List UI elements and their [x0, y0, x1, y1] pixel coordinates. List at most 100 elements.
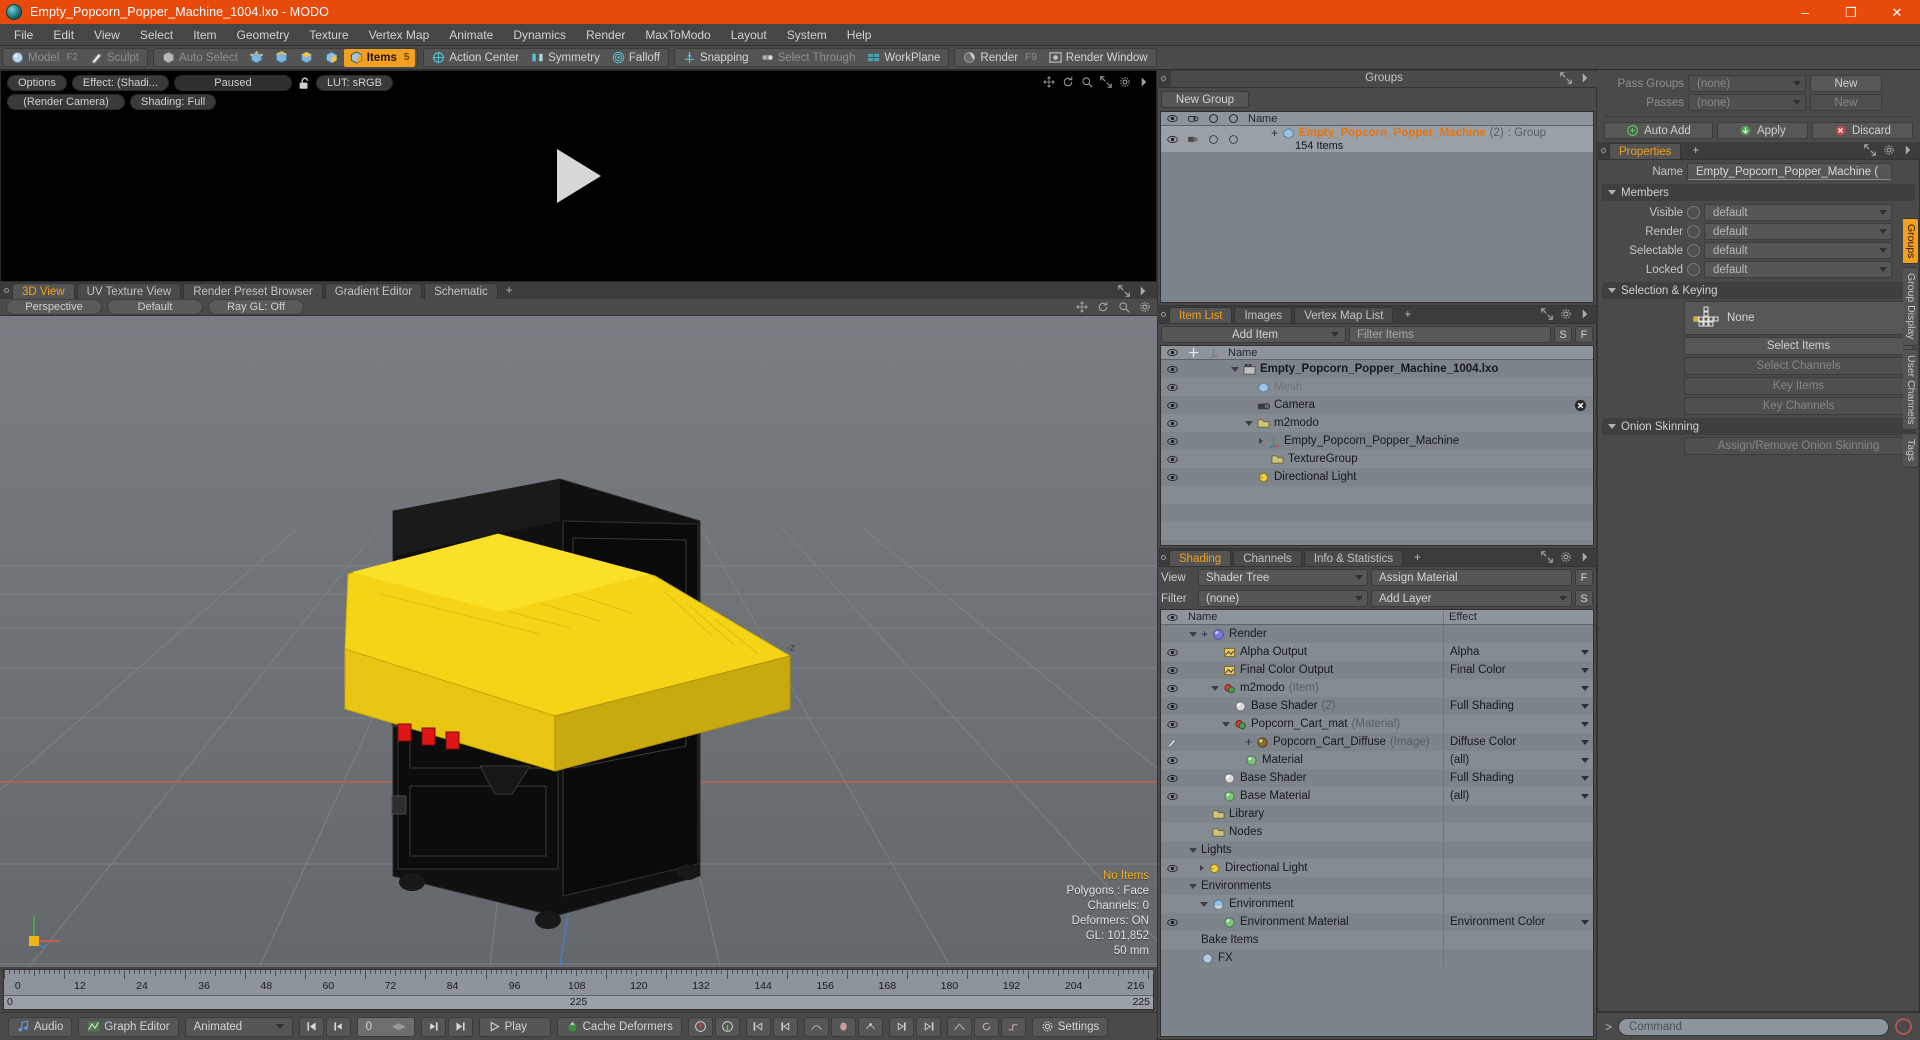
- members-section-header[interactable]: Members: [1602, 184, 1915, 201]
- panel-menu-icon[interactable]: [1137, 285, 1149, 297]
- menu-item-view[interactable]: View: [84, 24, 130, 46]
- row-visibility-toggle[interactable]: [1161, 473, 1183, 482]
- eye-icon[interactable]: [1166, 774, 1178, 783]
- shader-row-effect-cell[interactable]: [1443, 625, 1593, 643]
- filter-items-input[interactable]: Filter Items: [1349, 326, 1551, 343]
- pass-groups-dropdown[interactable]: (none): [1688, 75, 1806, 92]
- item-list-row[interactable]: Mesh: [1161, 378, 1593, 397]
- shader-tree-row[interactable]: Popcorn_Cart_mat (Material): [1161, 715, 1593, 733]
- expander-open-icon[interactable]: [1189, 847, 1197, 853]
- shader-tree-row[interactable]: Nodes: [1161, 823, 1593, 841]
- apply-button[interactable]: Apply: [1716, 122, 1808, 139]
- eye-icon[interactable]: [1166, 135, 1178, 144]
- row-visibility-toggle[interactable]: [1161, 135, 1183, 144]
- spinner-icon[interactable]: ◀▶: [392, 1021, 406, 1032]
- selection-keying-section-header[interactable]: Selection & Keying: [1602, 282, 1915, 299]
- groups-table-row[interactable]: + Empty_Popcorn_Popper_Machine (2): Group 1…: [1161, 126, 1593, 153]
- eye-icon[interactable]: [1166, 666, 1178, 675]
- item-list-row[interactable]: Empty_Popcorn_Popper_Machine_1004.lxo: [1161, 360, 1593, 379]
- render-effect-dropdown[interactable]: Effect: (Shadi...: [71, 75, 169, 91]
- row-close-icon[interactable]: [1574, 399, 1587, 412]
- passes-new-button[interactable]: New: [1810, 94, 1882, 111]
- toolbar-button-render[interactable]: Render F9: [957, 49, 1042, 67]
- shader-row-effect-cell[interactable]: [1443, 823, 1593, 841]
- toolbar-button-material-mode-icon[interactable]: [319, 49, 344, 67]
- eye-icon[interactable]: [1166, 684, 1178, 693]
- shader-tree-row[interactable]: Bake Items: [1161, 931, 1593, 949]
- key-items-button[interactable]: Key Items: [1684, 377, 1913, 395]
- shader-row-effect-cell[interactable]: [1443, 805, 1593, 823]
- minimize-button[interactable]: –: [1782, 0, 1828, 24]
- tab-channels[interactable]: Channels: [1233, 550, 1302, 566]
- expand-icon[interactable]: [1560, 72, 1572, 84]
- row-visibility-toggle[interactable]: [1161, 736, 1183, 748]
- shader-tree-row[interactable]: Environment: [1161, 895, 1593, 913]
- shader-tree-row[interactable]: Base Shader Full Shading: [1161, 769, 1593, 787]
- shader-row-effect-cell[interactable]: [1443, 949, 1593, 967]
- expand-icon[interactable]: [1864, 144, 1876, 156]
- expander-plus-icon[interactable]: +: [1201, 628, 1208, 640]
- animated-dropdown[interactable]: Animated: [184, 1016, 293, 1037]
- select-items-button[interactable]: Select Items: [1684, 337, 1913, 355]
- rotate-icon[interactable]: [1062, 76, 1074, 88]
- shader-row-effect-cell[interactable]: (all): [1443, 751, 1593, 769]
- menu-item-system[interactable]: System: [777, 24, 837, 46]
- menu-item-texture[interactable]: Texture: [299, 24, 358, 46]
- eye-icon[interactable]: [1166, 918, 1178, 927]
- chevron-down-icon[interactable]: [1581, 703, 1589, 709]
- row-visibility-toggle[interactable]: [1161, 383, 1183, 392]
- gear-icon[interactable]: [1883, 144, 1895, 156]
- toolbar-button-render-window[interactable]: Render Window: [1043, 49, 1154, 67]
- chevron-down-icon[interactable]: [1581, 685, 1589, 691]
- row-render-toggle[interactable]: [1183, 134, 1203, 144]
- close-button[interactable]: ✕: [1874, 0, 1920, 24]
- eye-icon[interactable]: [1166, 419, 1178, 428]
- pass-groups-new-button[interactable]: New: [1810, 75, 1882, 92]
- chevron-down-icon[interactable]: [1581, 721, 1589, 727]
- menu-item-edit[interactable]: Edit: [43, 24, 84, 46]
- shader-row-effect-cell[interactable]: [1443, 931, 1593, 949]
- expander-plus-icon[interactable]: +: [1245, 736, 1252, 748]
- add-layer-dropdown[interactable]: Add Layer: [1371, 590, 1572, 607]
- lut-dropdown[interactable]: LUT: sRGB: [315, 75, 393, 91]
- member-value-dropdown[interactable]: default: [1704, 242, 1892, 259]
- graph-editor-button[interactable]: Graph Editor: [78, 1016, 179, 1037]
- row-visibility-toggle[interactable]: [1161, 401, 1183, 410]
- next-key-button[interactable]: [888, 1016, 914, 1037]
- expander-open-icon[interactable]: [1222, 721, 1230, 727]
- item-list-rows[interactable]: Empty_Popcorn_Popper_Machine_1004.lxo Mes…: [1161, 360, 1593, 545]
- select-channels-button[interactable]: Select Channels: [1684, 357, 1913, 375]
- menu-item-maxtomodo[interactable]: MaxToModo: [635, 24, 720, 46]
- shader-row-effect-cell[interactable]: Environment Color: [1443, 913, 1593, 931]
- passes-dropdown[interactable]: (none): [1688, 94, 1806, 111]
- render-camera-dropdown[interactable]: (Render Camera): [7, 94, 125, 110]
- maximize-button[interactable]: ❐: [1828, 0, 1874, 24]
- row-visibility-toggle[interactable]: [1161, 455, 1183, 464]
- panel-handle-icon[interactable]: [1601, 148, 1606, 153]
- expander-open-icon[interactable]: [1189, 883, 1197, 889]
- key-tool-c-button[interactable]: [857, 1016, 883, 1037]
- groups-table-rows[interactable]: + Empty_Popcorn_Popper_Machine (2): Group 1…: [1161, 126, 1593, 302]
- member-value-dropdown[interactable]: default: [1704, 204, 1892, 221]
- row-visibility-toggle[interactable]: [1161, 792, 1183, 801]
- go-to-end-button[interactable]: [447, 1016, 473, 1037]
- row-visibility-toggle[interactable]: [1161, 365, 1183, 374]
- item-list-row[interactable]: Empty_Popcorn_Popper_Machine: [1161, 432, 1593, 451]
- shader-tree-row[interactable]: Material (all): [1161, 751, 1593, 769]
- expander-open-icon[interactable]: [1189, 631, 1197, 637]
- chevron-down-icon[interactable]: [1581, 775, 1589, 781]
- shader-row-effect-cell[interactable]: [1443, 841, 1593, 859]
- render-options-button[interactable]: Options: [7, 75, 67, 91]
- viewport-control-perspective[interactable]: Perspective: [6, 299, 102, 315]
- item-list-s-button[interactable]: S: [1554, 326, 1572, 343]
- member-state-toggle[interactable]: [1687, 263, 1700, 276]
- toolbar-button-polygon-mode-icon[interactable]: [294, 49, 319, 67]
- shader-row-effect-cell[interactable]: [1443, 679, 1593, 697]
- render-shading-dropdown[interactable]: Shading: Full: [130, 94, 217, 110]
- tab-vertex-map-list[interactable]: Vertex Map List: [1294, 307, 1394, 323]
- shader-tree-table[interactable]: Name Effect + Render Alpha Output Alpha Fina…: [1160, 609, 1594, 1037]
- record-circle-icon[interactable]: [1895, 1018, 1912, 1035]
- shader-tree-row[interactable]: Environments: [1161, 877, 1593, 895]
- timeline-ruler[interactable]: 0 12 24 36 48 60 72 84 96 108 120 132 144 156 168 180 19…: [4, 970, 1154, 996]
- timeline[interactable]: 0 12 24 36 48 60 72 84 96 108 120 132 144 156 168 180 19…: [0, 967, 1157, 1012]
